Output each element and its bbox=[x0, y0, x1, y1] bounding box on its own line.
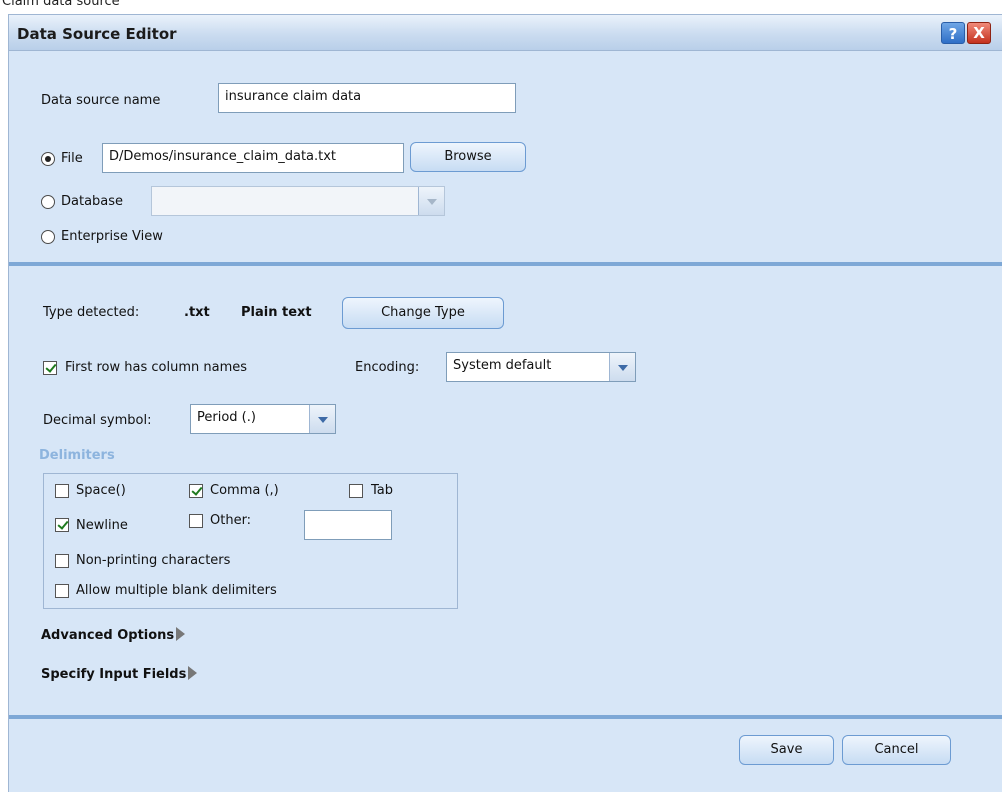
non-printing-checkbox[interactable] bbox=[55, 554, 69, 568]
title-bar: Data Source Editor ? X bbox=[9, 15, 1002, 51]
space-delimiter-checkbox[interactable] bbox=[55, 484, 69, 498]
non-printing-label: Non-printing characters bbox=[76, 553, 231, 568]
other-delimiter-label: Other: bbox=[210, 513, 252, 528]
other-delimiter-checkbox[interactable] bbox=[189, 514, 203, 528]
first-row-checkbox[interactable] bbox=[43, 361, 57, 375]
encoding-label: Encoding: bbox=[355, 360, 420, 375]
expand-arrow-icon bbox=[188, 666, 198, 680]
comma-delimiter-checkbox[interactable] bbox=[189, 484, 203, 498]
encoding-select-value: System default bbox=[453, 358, 552, 373]
tab-delimiter-checkbox[interactable] bbox=[349, 484, 363, 498]
specify-input-fields-label: Specify Input Fields bbox=[41, 667, 187, 682]
specify-input-fields-toggle[interactable]: Specify Input Fields bbox=[41, 666, 198, 682]
file-radio-label: File bbox=[61, 151, 83, 166]
other-delimiter-input[interactable] bbox=[304, 510, 392, 540]
section-separator bbox=[9, 262, 1002, 266]
advanced-options-label: Advanced Options bbox=[41, 628, 175, 643]
expand-arrow-icon bbox=[176, 627, 186, 641]
delimiters-heading: Delimiters bbox=[39, 448, 115, 463]
space-delimiter-label: Space() bbox=[76, 483, 126, 498]
comma-delimiter-label: Comma (,) bbox=[210, 483, 279, 498]
help-icon[interactable]: ? bbox=[941, 22, 965, 44]
database-radio[interactable] bbox=[41, 195, 55, 209]
newline-delimiter-checkbox[interactable] bbox=[55, 518, 69, 532]
dropdown-arrow-icon[interactable] bbox=[609, 353, 635, 381]
save-button[interactable]: Save bbox=[739, 735, 834, 765]
data-source-name-label: Data source name bbox=[41, 93, 161, 108]
newline-delimiter-label: Newline bbox=[76, 518, 128, 533]
change-type-button[interactable]: Change Type bbox=[342, 297, 504, 329]
encoding-select[interactable]: System default bbox=[446, 352, 636, 382]
page-caption: Claim data source bbox=[2, 0, 120, 9]
dropdown-arrow-icon[interactable] bbox=[309, 405, 335, 433]
tab-delimiter-label: Tab bbox=[371, 483, 394, 498]
browse-button[interactable]: Browse bbox=[410, 142, 526, 172]
database-select[interactable] bbox=[151, 186, 445, 216]
enterprise-view-label: Enterprise View bbox=[61, 229, 163, 244]
data-source-editor-dialog: Data Source Editor ? X Data source name … bbox=[8, 14, 1002, 792]
close-icon[interactable]: X bbox=[967, 22, 991, 44]
cancel-button[interactable]: Cancel bbox=[842, 735, 951, 765]
multiple-blank-checkbox[interactable] bbox=[55, 584, 69, 598]
file-path-text: D/Demos/insurance_claim_data.txt bbox=[109, 149, 337, 164]
database-radio-label: Database bbox=[61, 194, 124, 209]
data-source-name-input[interactable]: insurance claim data bbox=[218, 83, 516, 113]
decimal-symbol-value: Period (.) bbox=[197, 410, 256, 425]
type-detected-label: Type detected: bbox=[43, 305, 140, 320]
file-radio[interactable] bbox=[41, 152, 55, 166]
type-kind: Plain text bbox=[241, 305, 312, 320]
file-path-input[interactable]: D/Demos/insurance_claim_data.txt bbox=[102, 143, 404, 173]
advanced-options-toggle[interactable]: Advanced Options bbox=[41, 627, 186, 643]
dialog-title: Data Source Editor bbox=[17, 25, 177, 43]
decimal-symbol-label: Decimal symbol: bbox=[43, 413, 152, 428]
enterprise-view-radio[interactable] bbox=[41, 230, 55, 244]
footer-separator bbox=[9, 715, 1002, 719]
type-extension: .txt bbox=[184, 305, 210, 320]
dropdown-arrow-icon[interactable] bbox=[418, 187, 444, 215]
multiple-blank-label: Allow multiple blank delimiters bbox=[76, 583, 277, 598]
decimal-symbol-select[interactable]: Period (.) bbox=[190, 404, 336, 434]
first-row-label: First row has column names bbox=[65, 360, 248, 375]
